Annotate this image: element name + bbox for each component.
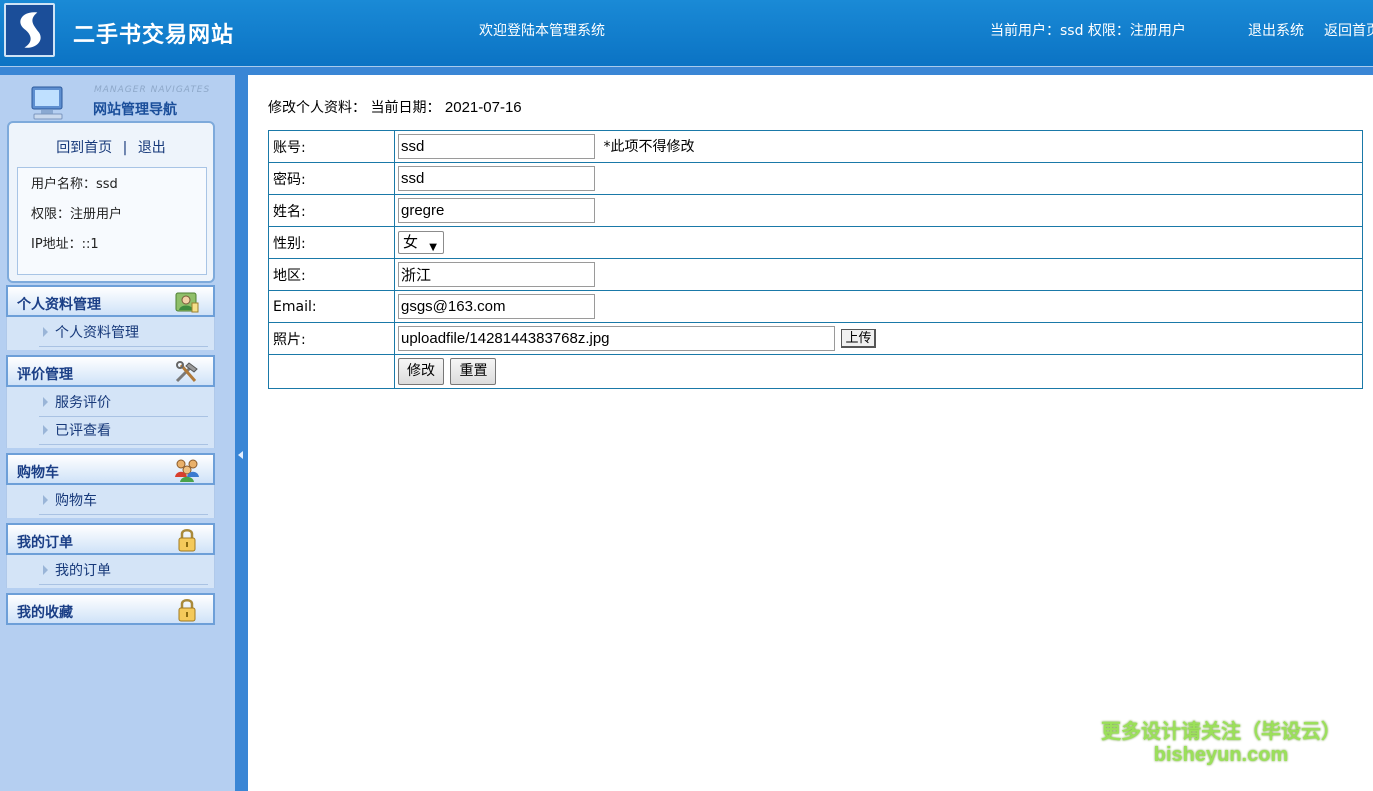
email-field[interactable] <box>398 294 595 319</box>
sidebar-item-orders[interactable]: 我的订单 <box>39 557 208 585</box>
nav-header: MANAGER NAVIGATES 网站管理导航 <box>6 77 216 123</box>
home-link-sidebar[interactable]: 回到首页 <box>56 140 112 156</box>
lock-icon <box>178 599 196 622</box>
sidebar: MANAGER NAVIGATES 网站管理导航 回到首页 | 退出 用户名称：… <box>0 75 223 791</box>
section-favorites: 我的收藏 <box>6 593 215 625</box>
group-icon <box>175 459 199 482</box>
upload-button[interactable]: 上传 <box>841 329 877 348</box>
empty-cell <box>268 354 395 389</box>
section-reviews: 评价管理 服务评价 已评查看 <box>6 355 215 448</box>
page-header: 修改个人资料： 当前日期： 2021-07-16 <box>268 97 522 117</box>
link-separator: | <box>122 140 128 156</box>
reset-button[interactable]: 重置 <box>450 358 497 385</box>
sidebar-item-cart[interactable]: 购物车 <box>39 487 208 515</box>
section-title-cart[interactable]: 购物车 <box>6 453 215 485</box>
photo-field[interactable] <box>398 326 835 351</box>
welcome-text: 欢迎登陆本管理系统 <box>479 23 605 39</box>
lock-icon <box>178 529 196 552</box>
site-title: 二手书交易网站 <box>73 22 235 48</box>
sidebar-gap <box>223 75 235 791</box>
form-row-region: 地区: <box>268 258 1363 291</box>
logout-link[interactable]: 退出系统 <box>1248 20 1304 40</box>
section-profile: 个人资料管理 个人资料管理 <box>6 285 215 350</box>
section-items: 服务评价 已评查看 <box>6 387 215 448</box>
logo-icon <box>6 5 53 55</box>
sidebar-item-view-reviews[interactable]: 已评查看 <box>39 417 208 445</box>
name-label: 姓名: <box>268 194 395 227</box>
sidebar-item-service-review[interactable]: 服务评价 <box>39 389 208 417</box>
account-field[interactable] <box>398 134 595 159</box>
main-content: 修改个人资料： 当前日期： 2021-07-16 账号: *此项不得修改 密码:… <box>248 75 1373 791</box>
password-field[interactable] <box>398 166 595 191</box>
form-row-name: 姓名: <box>268 194 1363 227</box>
user-info-box: 用户名称：ssd 权限：注册用户 IP地址：::1 <box>17 167 207 275</box>
section-label: 购物车 <box>17 465 59 481</box>
form-row-actions: 修改 重置 <box>268 354 1363 389</box>
header-divider <box>0 66 1373 75</box>
profile-form: 账号: *此项不得修改 密码: 姓名: 性别: 女 ▼ 地区: <box>268 130 1363 389</box>
account-label: 账号: <box>268 130 395 163</box>
user-edit-icon <box>175 292 199 313</box>
form-row-account: 账号: *此项不得修改 <box>268 130 1363 163</box>
section-label: 我的订单 <box>17 535 73 551</box>
section-title-orders[interactable]: 我的订单 <box>6 523 215 555</box>
section-items: 我的订单 <box>6 555 215 588</box>
section-title-profile[interactable]: 个人资料管理 <box>6 285 215 317</box>
site-logo <box>4 3 55 57</box>
section-items: 购物车 <box>6 485 215 518</box>
watermark-line2: bisheyun.com <box>1153 744 1289 766</box>
password-label: 密码: <box>268 162 395 195</box>
sidebar-toggle[interactable] <box>235 75 248 791</box>
photo-label: 照片: <box>268 322 395 355</box>
section-title-reviews[interactable]: 评价管理 <box>6 355 215 387</box>
form-row-email: Email: <box>268 290 1363 323</box>
gender-select[interactable]: 女 ▼ <box>398 231 444 254</box>
tools-icon <box>175 361 198 383</box>
form-row-password: 密码: <box>268 162 1363 195</box>
name-field[interactable] <box>398 198 595 223</box>
collapse-arrow-icon <box>238 451 243 459</box>
section-orders: 我的订单 我的订单 <box>6 523 215 588</box>
form-row-gender: 性别: 女 ▼ <box>268 226 1363 259</box>
sidebar-item-profile[interactable]: 个人资料管理 <box>39 319 208 347</box>
watermark: 更多设计请关注（毕设云） bisheyun.com <box>1091 715 1351 767</box>
home-link[interactable]: 返回首页 <box>1324 20 1373 40</box>
region-field[interactable] <box>398 262 595 287</box>
email-label: Email: <box>268 290 395 323</box>
gender-value: 女 <box>403 233 419 251</box>
current-user-info: 当前用户：ssd 权限：注册用户 <box>990 23 1186 39</box>
user-info-panel: 回到首页 | 退出 用户名称：ssd 权限：注册用户 IP地址：::1 <box>7 121 215 283</box>
section-label: 我的收藏 <box>17 605 73 621</box>
role-text: 权限：注册用户 <box>31 207 123 222</box>
username-text: 用户名称：ssd <box>31 177 118 192</box>
section-label: 评价管理 <box>17 367 73 383</box>
dropdown-arrow-icon: ▼ <box>429 242 437 253</box>
computer-icon <box>31 86 63 120</box>
region-label: 地区: <box>268 258 395 291</box>
exit-link[interactable]: 退出 <box>138 140 166 156</box>
gender-label: 性别: <box>268 226 395 259</box>
page-title: 修改个人资料： 当前日期： <box>268 100 441 116</box>
section-cart: 购物车 购物车 <box>6 453 215 518</box>
section-label: 个人资料管理 <box>17 297 101 313</box>
quick-links: 回到首页 | 退出 <box>9 137 213 157</box>
watermark-line1: 更多设计请关注（毕设云） <box>1101 719 1341 743</box>
section-items: 个人资料管理 <box>6 317 215 350</box>
account-note: *此项不得修改 <box>603 138 695 155</box>
nav-title-en: MANAGER NAVIGATES <box>94 85 211 95</box>
section-title-favorites[interactable]: 我的收藏 <box>6 593 215 625</box>
submit-button[interactable]: 修改 <box>398 358 444 385</box>
nav-title: 网站管理导航 <box>93 102 177 118</box>
ip-text: IP地址：::1 <box>31 237 99 252</box>
top-header: 二手书交易网站 欢迎登陆本管理系统 当前用户：ssd 权限：注册用户 退出系统 … <box>0 0 1373 66</box>
current-date: 2021-07-16 <box>444 99 522 116</box>
form-row-photo: 照片: 上传 <box>268 322 1363 355</box>
